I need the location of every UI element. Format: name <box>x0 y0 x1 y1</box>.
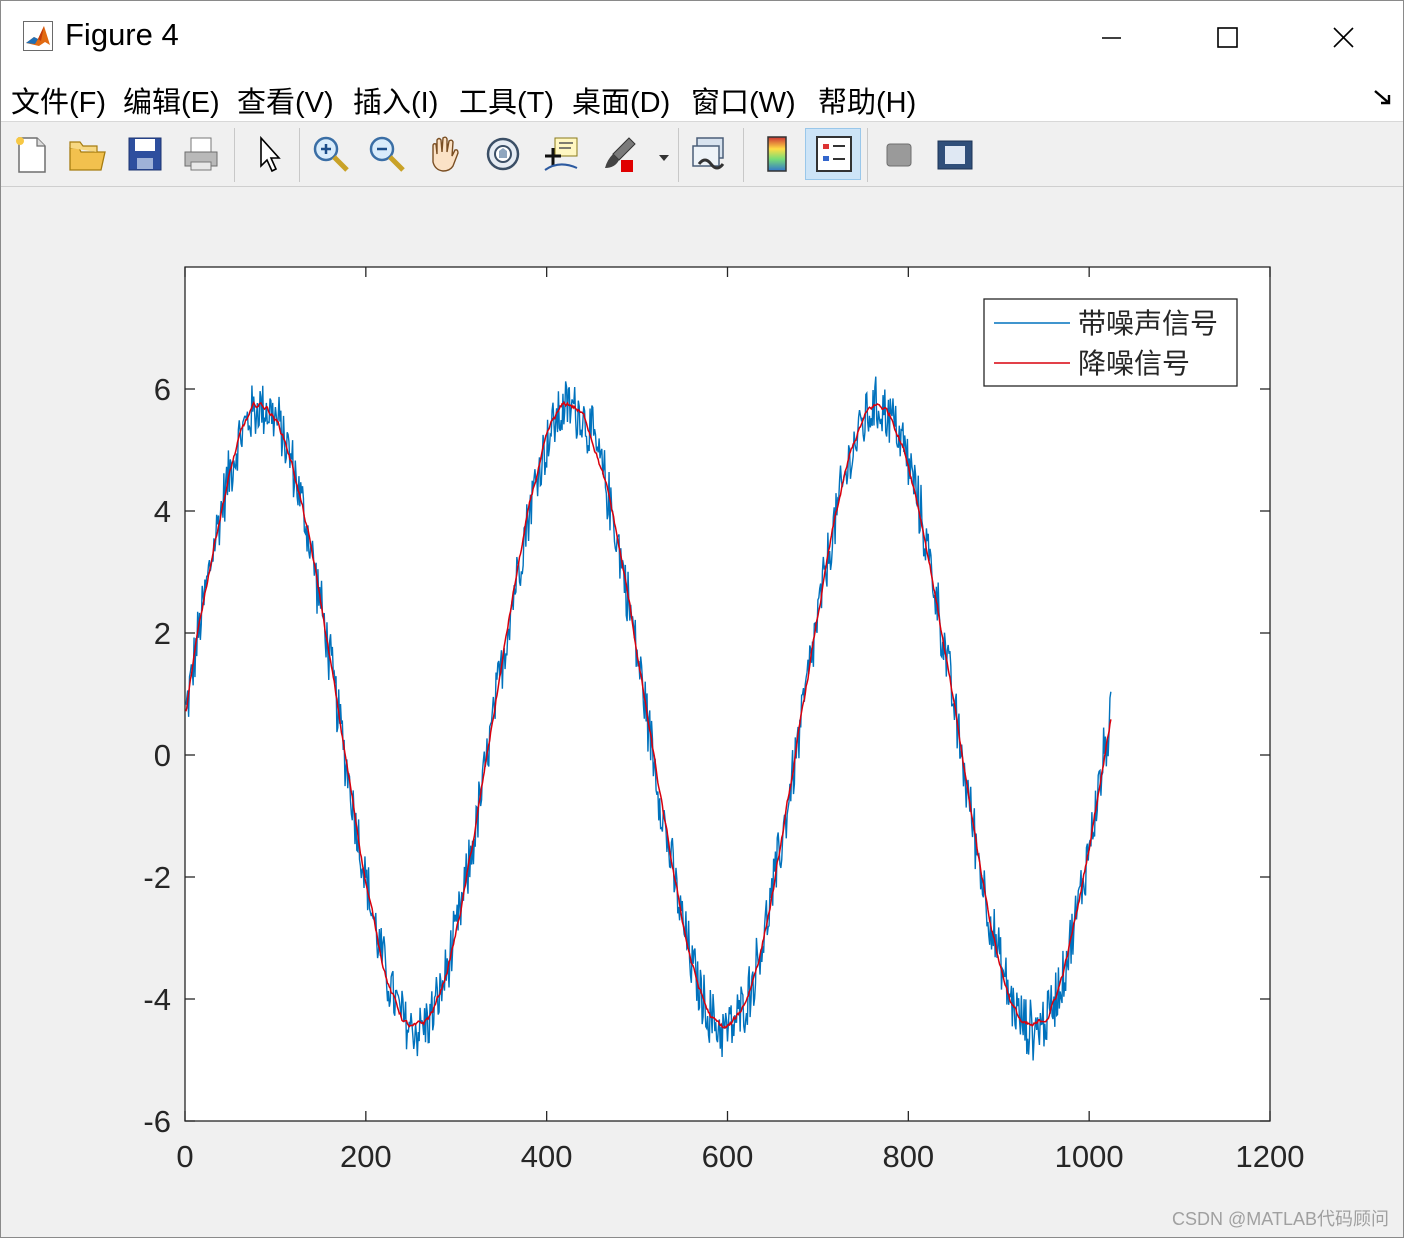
y-tick-label: -4 <box>143 982 171 1017</box>
pan-hand-icon <box>432 136 459 172</box>
window-title: Figure 4 <box>65 17 179 52</box>
maximize-icon <box>1217 27 1238 48</box>
menu-tools[interactable]: 工具(T) <box>459 79 554 121</box>
y-tick-label: 2 <box>154 616 171 651</box>
pointer-icon <box>260 135 281 173</box>
zoom-out-icon <box>369 136 405 172</box>
y-tick-label: 6 <box>154 372 171 407</box>
menu-file[interactable]: 文件(F) <box>11 79 106 121</box>
legend[interactable]: 带噪声信号 降噪信号 <box>983 298 1238 387</box>
figure-canvas[interactable]: 0 200 400 600 800 1000 1200 -6 -4 -2 0 2 4 6 带噪声信号 降噪… <box>1 187 1403 1237</box>
legend-label-denoised: 降噪信号 <box>1078 347 1190 380</box>
menu-desktop[interactable]: 桌面(D) <box>572 79 670 121</box>
y-tick-label: 4 <box>154 494 171 529</box>
figure-toolbar <box>1 121 1403 187</box>
new-figure-button[interactable] <box>7 130 55 178</box>
menu-edit[interactable]: 编辑(E) <box>123 79 220 121</box>
menu-help[interactable]: 帮助(H) <box>818 79 916 121</box>
dock-arrow-icon[interactable] <box>1373 89 1393 112</box>
y-tick-label: -2 <box>143 860 171 895</box>
link-plot-button[interactable] <box>685 130 733 178</box>
maximize-button[interactable] <box>1169 1 1285 73</box>
title-bar[interactable]: Figure 4 <box>1 1 1403 73</box>
watermark-text: CSDN @MATLAB代码顾问 <box>1172 1209 1389 1229</box>
toolbar-separator <box>743 128 744 182</box>
insert-colorbar-button[interactable] <box>753 130 801 178</box>
rotate-3d-icon <box>486 137 520 171</box>
toolbar-separator <box>678 128 679 182</box>
x-tick-label: 1200 <box>1236 1139 1305 1174</box>
minimize-button[interactable] <box>1051 1 1167 73</box>
insert-legend-button[interactable] <box>805 128 861 180</box>
toolbar-separator <box>299 128 300 182</box>
menu-bar: 文件(F) 编辑(E) 查看(V) 插入(I) 工具(T) 桌面(D) 窗口(W… <box>1 73 1403 121</box>
data-cursor-icon <box>544 137 578 171</box>
rotate-3d-button[interactable] <box>479 130 527 178</box>
x-tick-label: 400 <box>521 1139 573 1174</box>
show-plot-tools-button[interactable] <box>931 130 979 178</box>
hide-plot-tools-icon <box>886 143 912 167</box>
colorbar-icon <box>767 136 787 172</box>
show-plot-tools-icon <box>937 140 973 170</box>
axes-background <box>184 266 1271 1122</box>
x-tick-label: 800 <box>882 1139 934 1174</box>
data-cursor-button[interactable] <box>537 130 585 178</box>
hide-plot-tools-button[interactable] <box>875 130 923 178</box>
zoom-in-icon <box>313 136 349 172</box>
toolbar-separator <box>234 128 235 182</box>
x-tick-label: 600 <box>702 1139 754 1174</box>
y-tick-label: 0 <box>154 738 171 773</box>
matlab-logo-icon <box>23 21 53 51</box>
save-button[interactable] <box>121 130 169 178</box>
figure-window: Figure 4 文件(F) 编辑(E) 查看(V) 插入(I) 工具(T) 桌… <box>0 0 1404 1238</box>
save-icon <box>128 137 162 171</box>
open-button[interactable] <box>63 130 111 178</box>
x-tick-label: 1000 <box>1055 1139 1124 1174</box>
toolbar-separator <box>867 128 868 182</box>
zoom-out-button[interactable] <box>363 130 411 178</box>
print-icon <box>184 137 218 171</box>
zoom-in-button[interactable] <box>307 130 355 178</box>
close-icon <box>1333 27 1354 48</box>
edit-plot-button[interactable] <box>245 130 293 178</box>
minimize-icon <box>1102 37 1121 39</box>
brush-dropdown-icon[interactable] <box>657 150 671 168</box>
pan-button[interactable] <box>421 130 469 178</box>
close-button[interactable] <box>1287 1 1403 73</box>
menu-insert[interactable]: 插入(I) <box>353 79 438 121</box>
menu-window[interactable]: 窗口(W) <box>691 79 796 121</box>
x-tick-label: 200 <box>340 1139 392 1174</box>
legend-label-noisy: 带噪声信号 <box>1078 307 1218 340</box>
open-folder-icon <box>69 141 106 171</box>
x-tick-label: 0 <box>176 1139 193 1174</box>
brush-icon <box>605 137 636 172</box>
brush-button[interactable] <box>597 130 645 178</box>
link-plot-icon <box>692 137 725 170</box>
menu-view[interactable]: 查看(V) <box>237 79 334 121</box>
print-button[interactable] <box>177 130 225 178</box>
legend-icon <box>816 136 852 172</box>
new-figure-icon <box>16 137 46 173</box>
plot-svg[interactable]: 0 200 400 600 800 1000 1200 -6 -4 -2 0 2 4 6 带噪声信号 降噪… <box>1 187 1403 1237</box>
y-tick-label: -6 <box>143 1104 171 1139</box>
